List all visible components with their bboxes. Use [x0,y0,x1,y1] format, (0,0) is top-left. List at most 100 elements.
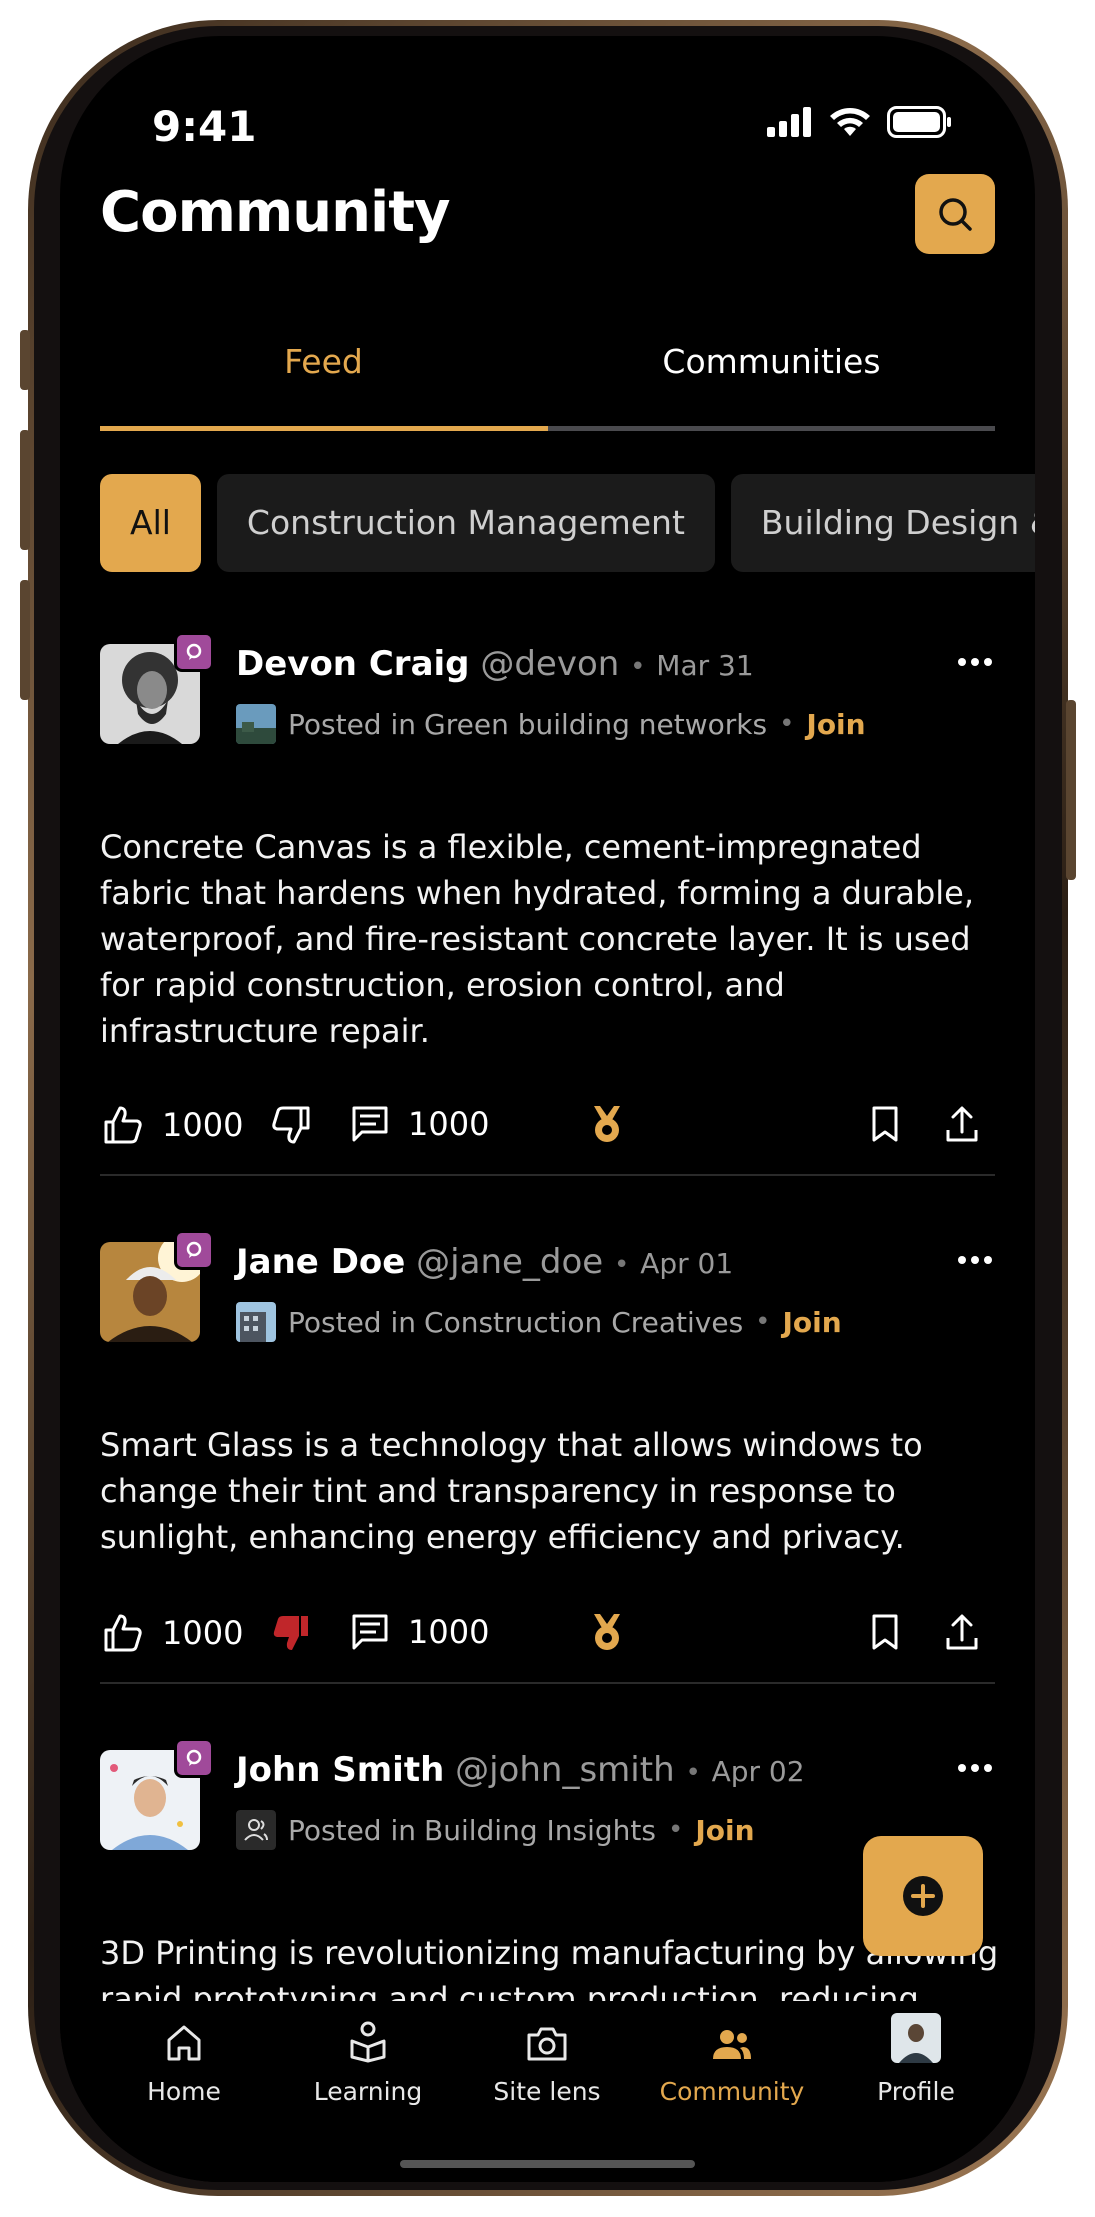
nav-learning-label: Learning [313,2077,423,2106]
nav-learning[interactable]: Learning [288,2001,448,2106]
signal-icon [767,107,811,137]
share-icon [946,1614,978,1650]
comment-button[interactable]: 1000 [350,1104,489,1144]
plus-circle-icon [903,1876,943,1916]
more-options-icon[interactable] [955,652,995,672]
like-button[interactable]: 1000 [102,1612,243,1654]
nav-site-lens-label: Site lens [493,2077,601,2106]
share-button[interactable] [944,1612,980,1652]
award-button[interactable] [588,1104,626,1144]
nav-community-label: Community [659,2077,805,2106]
dislike-button-active[interactable] [270,1612,312,1654]
author-handle: @devon [480,644,620,684]
bookmark-icon [872,1614,898,1650]
post-header: Jane Doe @jane_doe • Apr 01 [236,1242,733,1282]
bookmark-button[interactable] [870,1104,900,1144]
thumbs-down-filled-icon [273,1616,308,1650]
author-handle: @john_smith [455,1750,675,1790]
community-name[interactable]: Green building networks [424,708,767,741]
posted-in-label: Posted in [288,707,417,741]
more-options-icon[interactable] [955,1758,995,1778]
community-thumbnail [236,704,276,744]
community-group-icon [236,1810,276,1850]
thumbs-up-icon [104,1106,142,1144]
medal-icon [594,1614,620,1650]
like-count: 1000 [162,1106,244,1144]
side-button-volume-down [20,580,30,700]
status-icons [767,106,953,138]
nav-community[interactable]: Community [652,2001,812,2106]
posted-in-label: Posted in [288,1305,417,1339]
community-badge-icon [174,1230,214,1270]
author-name[interactable]: Devon Craig [236,644,470,684]
separator-dot: • [779,709,795,739]
chip-building-design[interactable]: Building Design & A [730,474,1035,572]
side-button-mute [20,330,30,390]
nav-site-lens[interactable]: Site lens [467,2001,627,2106]
thumbs-down-icon [272,1106,310,1144]
join-button[interactable]: Join [806,708,865,741]
tab-feed[interactable]: Feed [100,342,547,381]
award-button[interactable] [588,1612,626,1652]
home-indicator [400,2160,695,2168]
page-title: Community [100,180,450,245]
tab-bar: Feed Communities [100,342,995,432]
posted-in-row: Posted in Construction Creatives • Join [236,1302,842,1342]
post-actions: 1000 1000 [100,1104,995,1154]
posted-in-label: Posted in [288,1813,417,1847]
posted-in-row: Posted in Building Insights • Join [236,1810,755,1850]
share-button[interactable] [944,1104,980,1144]
post-actions: 1000 1000 [100,1612,995,1662]
join-button[interactable]: Join [695,1814,754,1847]
community-icon [713,2030,751,2059]
post-divider [100,1174,995,1176]
dislike-button[interactable] [270,1104,312,1146]
author-handle: @jane_doe [416,1242,604,1282]
comment-count: 1000 [408,1613,490,1651]
comment-icon [352,1614,388,1650]
nav-home[interactable]: Home [104,2001,264,2106]
tab-communities[interactable]: Communities [548,342,995,381]
status-time: 9:41 [152,102,257,151]
create-post-button[interactable] [863,1836,983,1956]
medal-icon [594,1106,620,1142]
author-name[interactable]: John Smith [236,1750,444,1790]
community-badge-icon [174,1738,214,1778]
like-button[interactable]: 1000 [102,1104,243,1146]
learning-icon [350,2021,386,2063]
home-icon [167,2025,201,2061]
nav-home-label: Home [147,2077,221,2106]
post-text: Concrete Canvas is a flexible, cement-im… [100,828,975,1050]
post-text: Smart Glass is a technology that allows … [100,1426,923,1556]
wifi-icon [830,108,870,136]
search-button[interactable] [915,174,995,254]
separator-dot: • [755,1307,771,1337]
comment-button[interactable]: 1000 [350,1612,489,1652]
post-divider [100,1682,995,1684]
separator-dot: • [685,1758,701,1788]
bookmark-button[interactable] [870,1612,900,1652]
screen: 9:41 Community Feed Communities All Cons… [60,36,1035,2182]
camera-icon [527,2027,567,2061]
author-name[interactable]: Jane Doe [236,1242,405,1282]
battery-icon [887,106,951,138]
side-button-volume-up [20,430,30,550]
share-icon [946,1106,978,1142]
tab-indicator-track [548,426,995,431]
chip-construction-management[interactable]: Construction Management [216,474,715,572]
post-header: Devon Craig @devon • Mar 31 [236,644,754,684]
post-date: Mar 31 [656,649,754,682]
community-name[interactable]: Construction Creatives [424,1306,743,1339]
community-name[interactable]: Building Insights [424,1814,656,1847]
bottom-nav: Home Learning Site lens Community Profil… [60,2001,1035,2182]
chip-all[interactable]: All [100,474,201,572]
nav-profile[interactable]: Profile [836,2001,996,2106]
filter-chips: All Construction Management Building Desig… [100,474,1035,574]
posted-in-row: Posted in Green building networks • Join [236,704,866,744]
more-options-icon[interactable] [955,1250,995,1270]
comment-icon [352,1106,388,1142]
join-button[interactable]: Join [783,1306,842,1339]
tab-indicator-active [100,426,548,431]
separator-dot: • [667,1815,684,1845]
post-date: Apr 02 [711,1755,805,1788]
